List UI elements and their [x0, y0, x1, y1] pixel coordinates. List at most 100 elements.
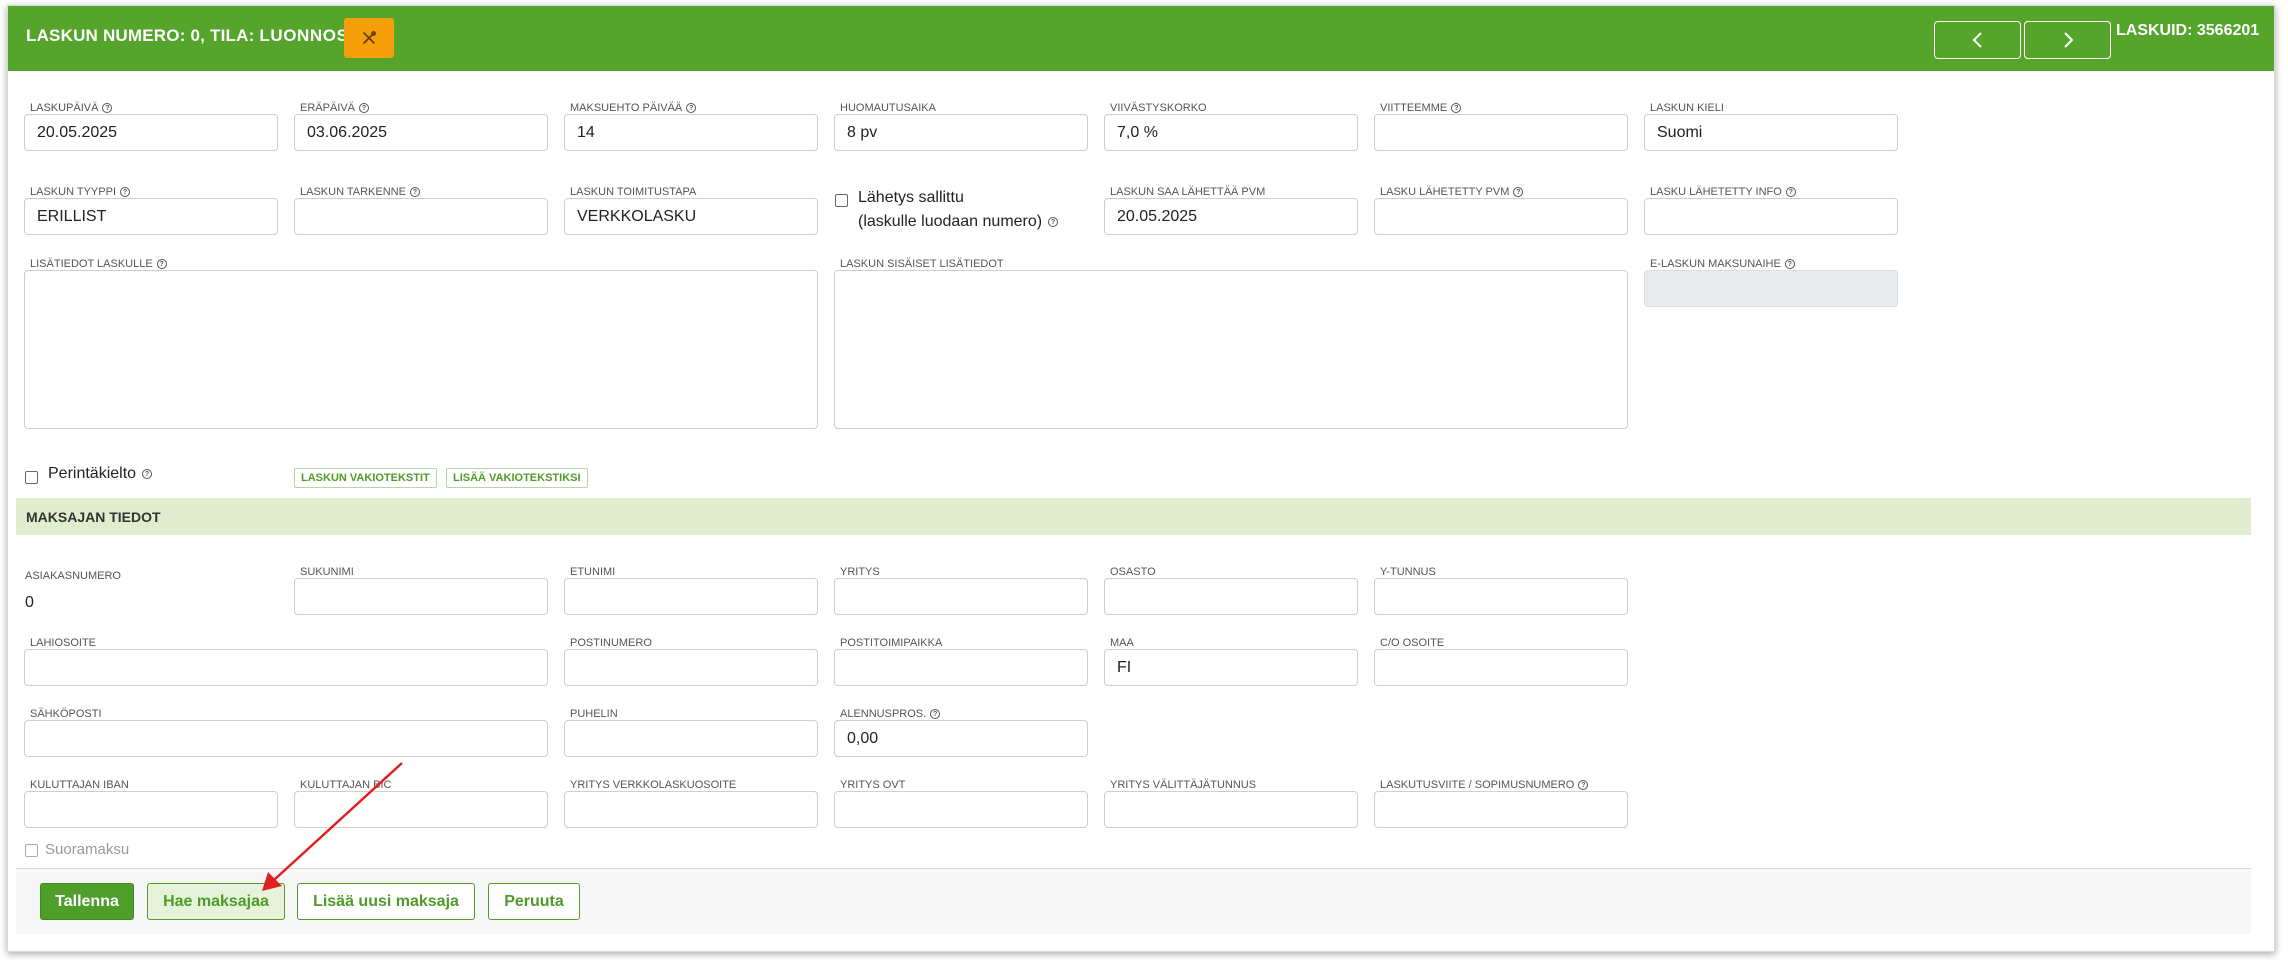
erapaiva-input[interactable]: 03.06.2025: [294, 114, 548, 151]
prev-invoice-button[interactable]: [1934, 21, 2021, 59]
lisaa-uusi-maksaja-button[interactable]: Lisää uusi maksaja: [297, 883, 475, 920]
help-icon[interactable]: ?: [1785, 187, 1796, 197]
tallenna-button[interactable]: Tallenna: [40, 883, 134, 920]
valittajatunnus-field: YRITYS VÄLITTÄJÄTUNNUS: [1104, 779, 1358, 829]
sahkoposti-input[interactable]: [24, 720, 548, 757]
perintakielto-label: Perintäkielto?: [48, 465, 153, 483]
e-maksunaihe-field: E-LASKUN MAKSUNAIHE?: [1644, 258, 1898, 308]
viitteemme-label: VIITTEEMME: [1380, 102, 1448, 114]
verkkolaskuosoite-input[interactable]: [564, 791, 818, 828]
kuluttajan-bic-label: KULUTTAJAN BIC: [300, 779, 392, 791]
laskun-tarkenne-select[interactable]: [294, 198, 548, 235]
postinumero-input[interactable]: [564, 649, 818, 686]
lisatiedot-textarea[interactable]: [24, 270, 818, 429]
help-icon[interactable]: ?: [1513, 187, 1524, 197]
viivastyskorko-label: VIIVÄSTYSKORKO: [1110, 102, 1207, 114]
laskutusviite-input[interactable]: [1374, 791, 1628, 828]
viitteemme-input[interactable]: [1374, 114, 1628, 151]
lahetys-sublabel-text: (laskulle luodaan numero): [858, 213, 1043, 230]
lahetetty-pvm-label: LASKU LÄHETETTY PVM: [1380, 186, 1510, 198]
lahiosoite-field: LAHIOSOITE: [24, 637, 548, 687]
help-icon[interactable]: ?: [686, 103, 697, 113]
help-icon[interactable]: ?: [409, 187, 420, 197]
lahetetty-pvm-input[interactable]: [1374, 198, 1628, 235]
maksuehto-input[interactable]: 14: [564, 114, 818, 151]
help-icon[interactable]: ?: [1784, 259, 1795, 269]
alennuspros-label: ALENNUSPROS.: [840, 708, 927, 720]
laskun-tyyppi-label: LASKUN TYYPPI: [30, 186, 116, 198]
title-status-prefix: , TILA:: [200, 26, 260, 45]
laskupaiva-input[interactable]: 20.05.2025: [24, 114, 278, 151]
e-maksunaihe-label: E-LASKUN MAKSUNAIHE: [1650, 258, 1781, 270]
invoice-number: 0: [190, 26, 201, 45]
vakiotekstit-button[interactable]: LASKUN VAKIOTEKSTIT: [294, 468, 437, 488]
perintakielto-checkbox[interactable]: [25, 471, 38, 484]
huomautusaika-input[interactable]: 8 pv: [834, 114, 1088, 151]
lahiosoite-input[interactable]: [24, 649, 548, 686]
verkkolaskuosoite-field: YRITYS VERKKOLASKUOSOITE: [564, 779, 818, 829]
hae-maksajaa-button[interactable]: Hae maksajaa: [147, 883, 285, 920]
toimitustapa-label: LASKUN TOIMITUSTAPA: [570, 186, 697, 198]
etunimi-input[interactable]: [564, 578, 818, 615]
postitoimipaikka-input[interactable]: [834, 649, 1088, 686]
help-icon[interactable]: ?: [102, 103, 113, 113]
yritys-ovt-label: YRITYS OVT: [840, 779, 906, 791]
lahetetty-info-input[interactable]: [1644, 198, 1898, 235]
postinumero-field: POSTINUMERO: [564, 637, 818, 687]
help-icon[interactable]: ?: [120, 187, 130, 197]
postinumero-label: POSTINUMERO: [570, 637, 652, 649]
help-icon[interactable]: ?: [930, 709, 941, 719]
kuluttajan-iban-input[interactable]: [24, 791, 278, 828]
yritys-input[interactable]: [834, 578, 1088, 615]
co-osoite-input[interactable]: [1374, 649, 1628, 686]
maa-input[interactable]: FI: [1104, 649, 1358, 686]
sisaiset-label: LASKUN SISÄISET LISÄTIEDOT: [840, 258, 1004, 270]
yritys-ovt-input[interactable]: [834, 791, 1088, 828]
kuluttajan-bic-input[interactable]: [294, 791, 548, 828]
lahetys-sallittu-checkbox[interactable]: [835, 194, 848, 207]
asiakasnumero-label: ASIAKASNUMERO: [25, 570, 121, 582]
erapaiva-field: ERÄPÄIVÄ? 03.06.2025: [294, 102, 548, 152]
help-icon[interactable]: ?: [1578, 780, 1589, 790]
help-icon[interactable]: ?: [142, 469, 153, 479]
lahetetty-info-field: LASKU LÄHETETTY INFO?: [1644, 186, 1898, 236]
laskutusviite-field: LASKUTUSVIITE / SOPIMUSNUMERO?: [1374, 779, 1628, 829]
laskun-tyyppi-select[interactable]: ERILLIST: [24, 198, 278, 235]
laskun-tarkenne-label: LASKUN TARKENNE: [300, 186, 406, 198]
postitoimipaikka-field: POSTITOIMIPAIKKA: [834, 637, 1088, 687]
alennuspros-input[interactable]: 0,00: [834, 720, 1088, 757]
help-icon[interactable]: ?: [156, 259, 167, 269]
huomautusaika-label: HUOMAUTUSAIKA: [840, 102, 936, 114]
kuluttajan-bic-field: KULUTTAJAN BIC: [294, 779, 548, 829]
saa-lahettaa-field: LASKUN SAA LÄHETTÄÄ PVM 20.05.2025: [1104, 186, 1358, 236]
next-invoice-button[interactable]: [2024, 21, 2111, 59]
valittajatunnus-input[interactable]: [1104, 791, 1358, 828]
peruuta-button[interactable]: Peruuta: [488, 883, 580, 920]
suoramaksu-checkbox[interactable]: [25, 844, 38, 857]
postitoimipaikka-label: POSTITOIMIPAIKKA: [840, 637, 943, 649]
lahetys-sallittu-label: Lähetys sallittu: [858, 189, 964, 206]
help-icon[interactable]: ?: [359, 103, 370, 113]
toimitustapa-select[interactable]: VERKKOLASKU: [564, 198, 818, 235]
perintakielto-text: Perintäkielto: [48, 465, 137, 482]
sisaiset-textarea[interactable]: [834, 270, 1628, 429]
help-icon[interactable]: ?: [1451, 103, 1462, 113]
osasto-label: OSASTO: [1110, 566, 1156, 578]
puhelin-input[interactable]: [564, 720, 818, 757]
co-osoite-field: C/O OSOITE: [1374, 637, 1628, 687]
sukunimi-input[interactable]: [294, 578, 548, 615]
valittajatunnus-label: YRITYS VÄLITTÄJÄTUNNUS: [1110, 779, 1257, 791]
toimitustapa-field: LASKUN TOIMITUSTAPA VERKKOLASKU: [564, 186, 818, 236]
tools-button[interactable]: [344, 18, 394, 58]
viivastyskorko-input[interactable]: 7,0 %: [1104, 114, 1358, 151]
chevron-left-icon: [1972, 32, 1982, 48]
ytunnus-input[interactable]: [1374, 578, 1628, 615]
lahetetty-info-label: LASKU LÄHETETTY INFO: [1650, 186, 1782, 198]
ytunnus-label: Y-TUNNUS: [1380, 566, 1436, 578]
osasto-input[interactable]: [1104, 578, 1358, 615]
lisaa-vakioteksti-button[interactable]: LISÄÄ VAKIOTEKSTIKSI: [446, 468, 588, 488]
sahkoposti-field: SÄHKÖPOSTI: [24, 708, 548, 758]
laskun-kieli-select[interactable]: Suomi: [1644, 114, 1898, 151]
help-icon[interactable]: ?: [1048, 217, 1059, 227]
saa-lahettaa-input[interactable]: 20.05.2025: [1104, 198, 1358, 235]
